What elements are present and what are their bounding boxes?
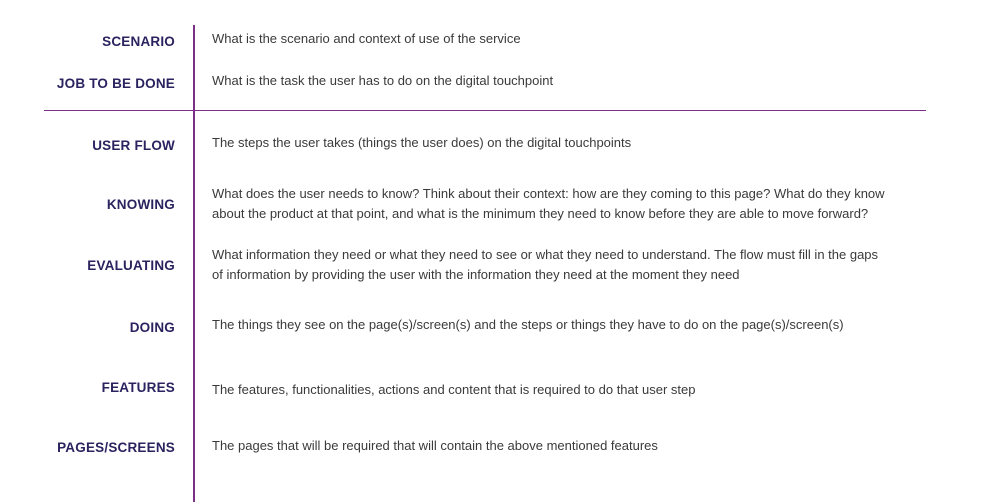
row-label: DOING	[129, 320, 175, 335]
description-line: What does the user needs to know? Think …	[212, 186, 885, 201]
row-description: What information they need or what they …	[212, 245, 932, 285]
vertical-divider	[193, 25, 195, 502]
row-description: What is the scenario and context of use …	[212, 29, 932, 49]
row-description: What is the task the user has to do on t…	[212, 71, 932, 91]
description-line: The features, functionalities, actions a…	[212, 382, 696, 397]
row-description: The steps the user takes (things the use…	[212, 133, 932, 153]
description-line: What is the scenario and context of use …	[212, 31, 521, 46]
description-line: The steps the user takes (things the use…	[212, 135, 632, 150]
row-label: PAGES/SCREENS	[57, 440, 175, 455]
row-description: The things they see on the page(s)/scree…	[212, 315, 932, 335]
row-label: JOB TO BE DONE	[56, 76, 175, 91]
description-line: What is the task the user has to do on t…	[212, 73, 554, 88]
description-line: The things they see on the page(s)/scree…	[212, 317, 844, 332]
description-line: What information they need or what they …	[212, 247, 879, 262]
row-label: FEATURES	[101, 380, 175, 395]
row-label: KNOWING	[106, 197, 175, 212]
description-line: of information by providing the user wit…	[212, 267, 740, 282]
description-line: about the product at that point, and wha…	[212, 206, 869, 221]
horizontal-divider	[44, 110, 926, 111]
row-label: EVALUATING	[87, 258, 175, 273]
row-description: The pages that will be required that wil…	[212, 436, 932, 456]
row-description: The features, functionalities, actions a…	[212, 380, 932, 400]
framework-diagram: SCENARIO What is the scenario and contex…	[0, 0, 1000, 502]
row-label: SCENARIO	[102, 34, 175, 49]
description-line: The pages that will be required that wil…	[212, 438, 658, 453]
row-label: USER FLOW	[92, 138, 175, 153]
row-description: What does the user needs to know? Think …	[212, 184, 932, 224]
